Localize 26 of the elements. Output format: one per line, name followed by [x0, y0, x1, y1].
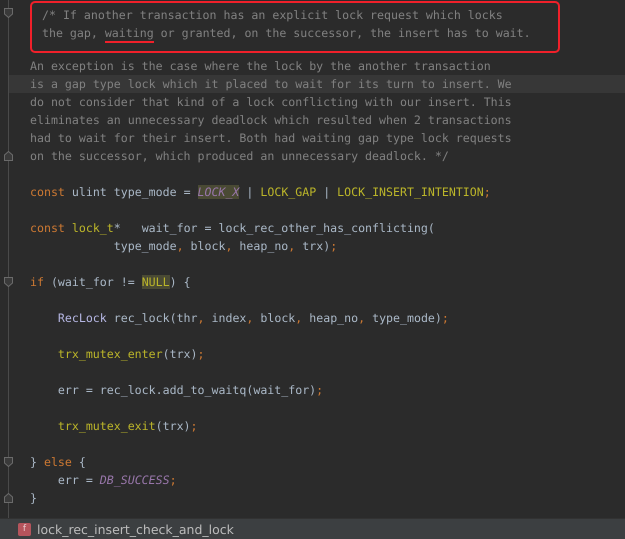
code-line: An exception is the case where the lock by the another transaction: [30, 58, 491, 75]
code-line: } else {: [30, 454, 86, 471]
code-line: on the successor, which produced an unnecessary deadlock. */: [30, 148, 449, 165]
code-line: the gap, waiting or granted, on the successor, the insert has to wait.: [42, 24, 558, 42]
fold-icon[interactable]: [4, 151, 13, 161]
function-icon: f: [18, 522, 31, 536]
code-line: had to wait for their insert. Both had waiting gap type lock requests: [30, 130, 512, 147]
code-line: trx_mutex_exit(trx);: [56, 418, 198, 435]
code-line: eliminates an unnecessary deadlock which resulted when 2 transactions: [30, 112, 512, 129]
code-line: trx_mutex_enter(trx);: [56, 346, 204, 363]
fold-icon[interactable]: [4, 277, 13, 287]
code-line: const lock_t* wait_for = lock_rec_other_has_conflicting(: [30, 220, 435, 237]
function-name[interactable]: lock_rec_insert_check_and_lock: [37, 522, 234, 536]
code-line: is a gap type lock which it placed to wait for its turn to insert. We: [30, 76, 512, 93]
code-line: type_mode, block, heap_no, trx);: [112, 238, 338, 255]
code-line: const ulint type_mode = LOCK_X | LOCK_GAP | LOCK_INSERT_INTENTION;: [30, 184, 491, 201]
code-line: }: [30, 490, 37, 507]
code-line: RecLock rec_lock(thr, index, block, heap_no, type_mode);: [56, 310, 449, 327]
code-line: /* If another transaction has an explicit lock request which locks: [42, 7, 504, 24]
code-line: if (wait_for != NULL) {: [30, 274, 191, 291]
code-line: do not consider that kind of a lock conflicting with our insert. This: [30, 94, 512, 111]
fold-icon[interactable]: [4, 457, 13, 467]
code-line: err = rec_lock.add_to_waitq(wait_for);: [56, 382, 324, 399]
fold-icon[interactable]: [4, 8, 13, 18]
code-line: err = DB_SUCCESS;: [56, 472, 177, 489]
fold-icon[interactable]: [4, 493, 13, 503]
